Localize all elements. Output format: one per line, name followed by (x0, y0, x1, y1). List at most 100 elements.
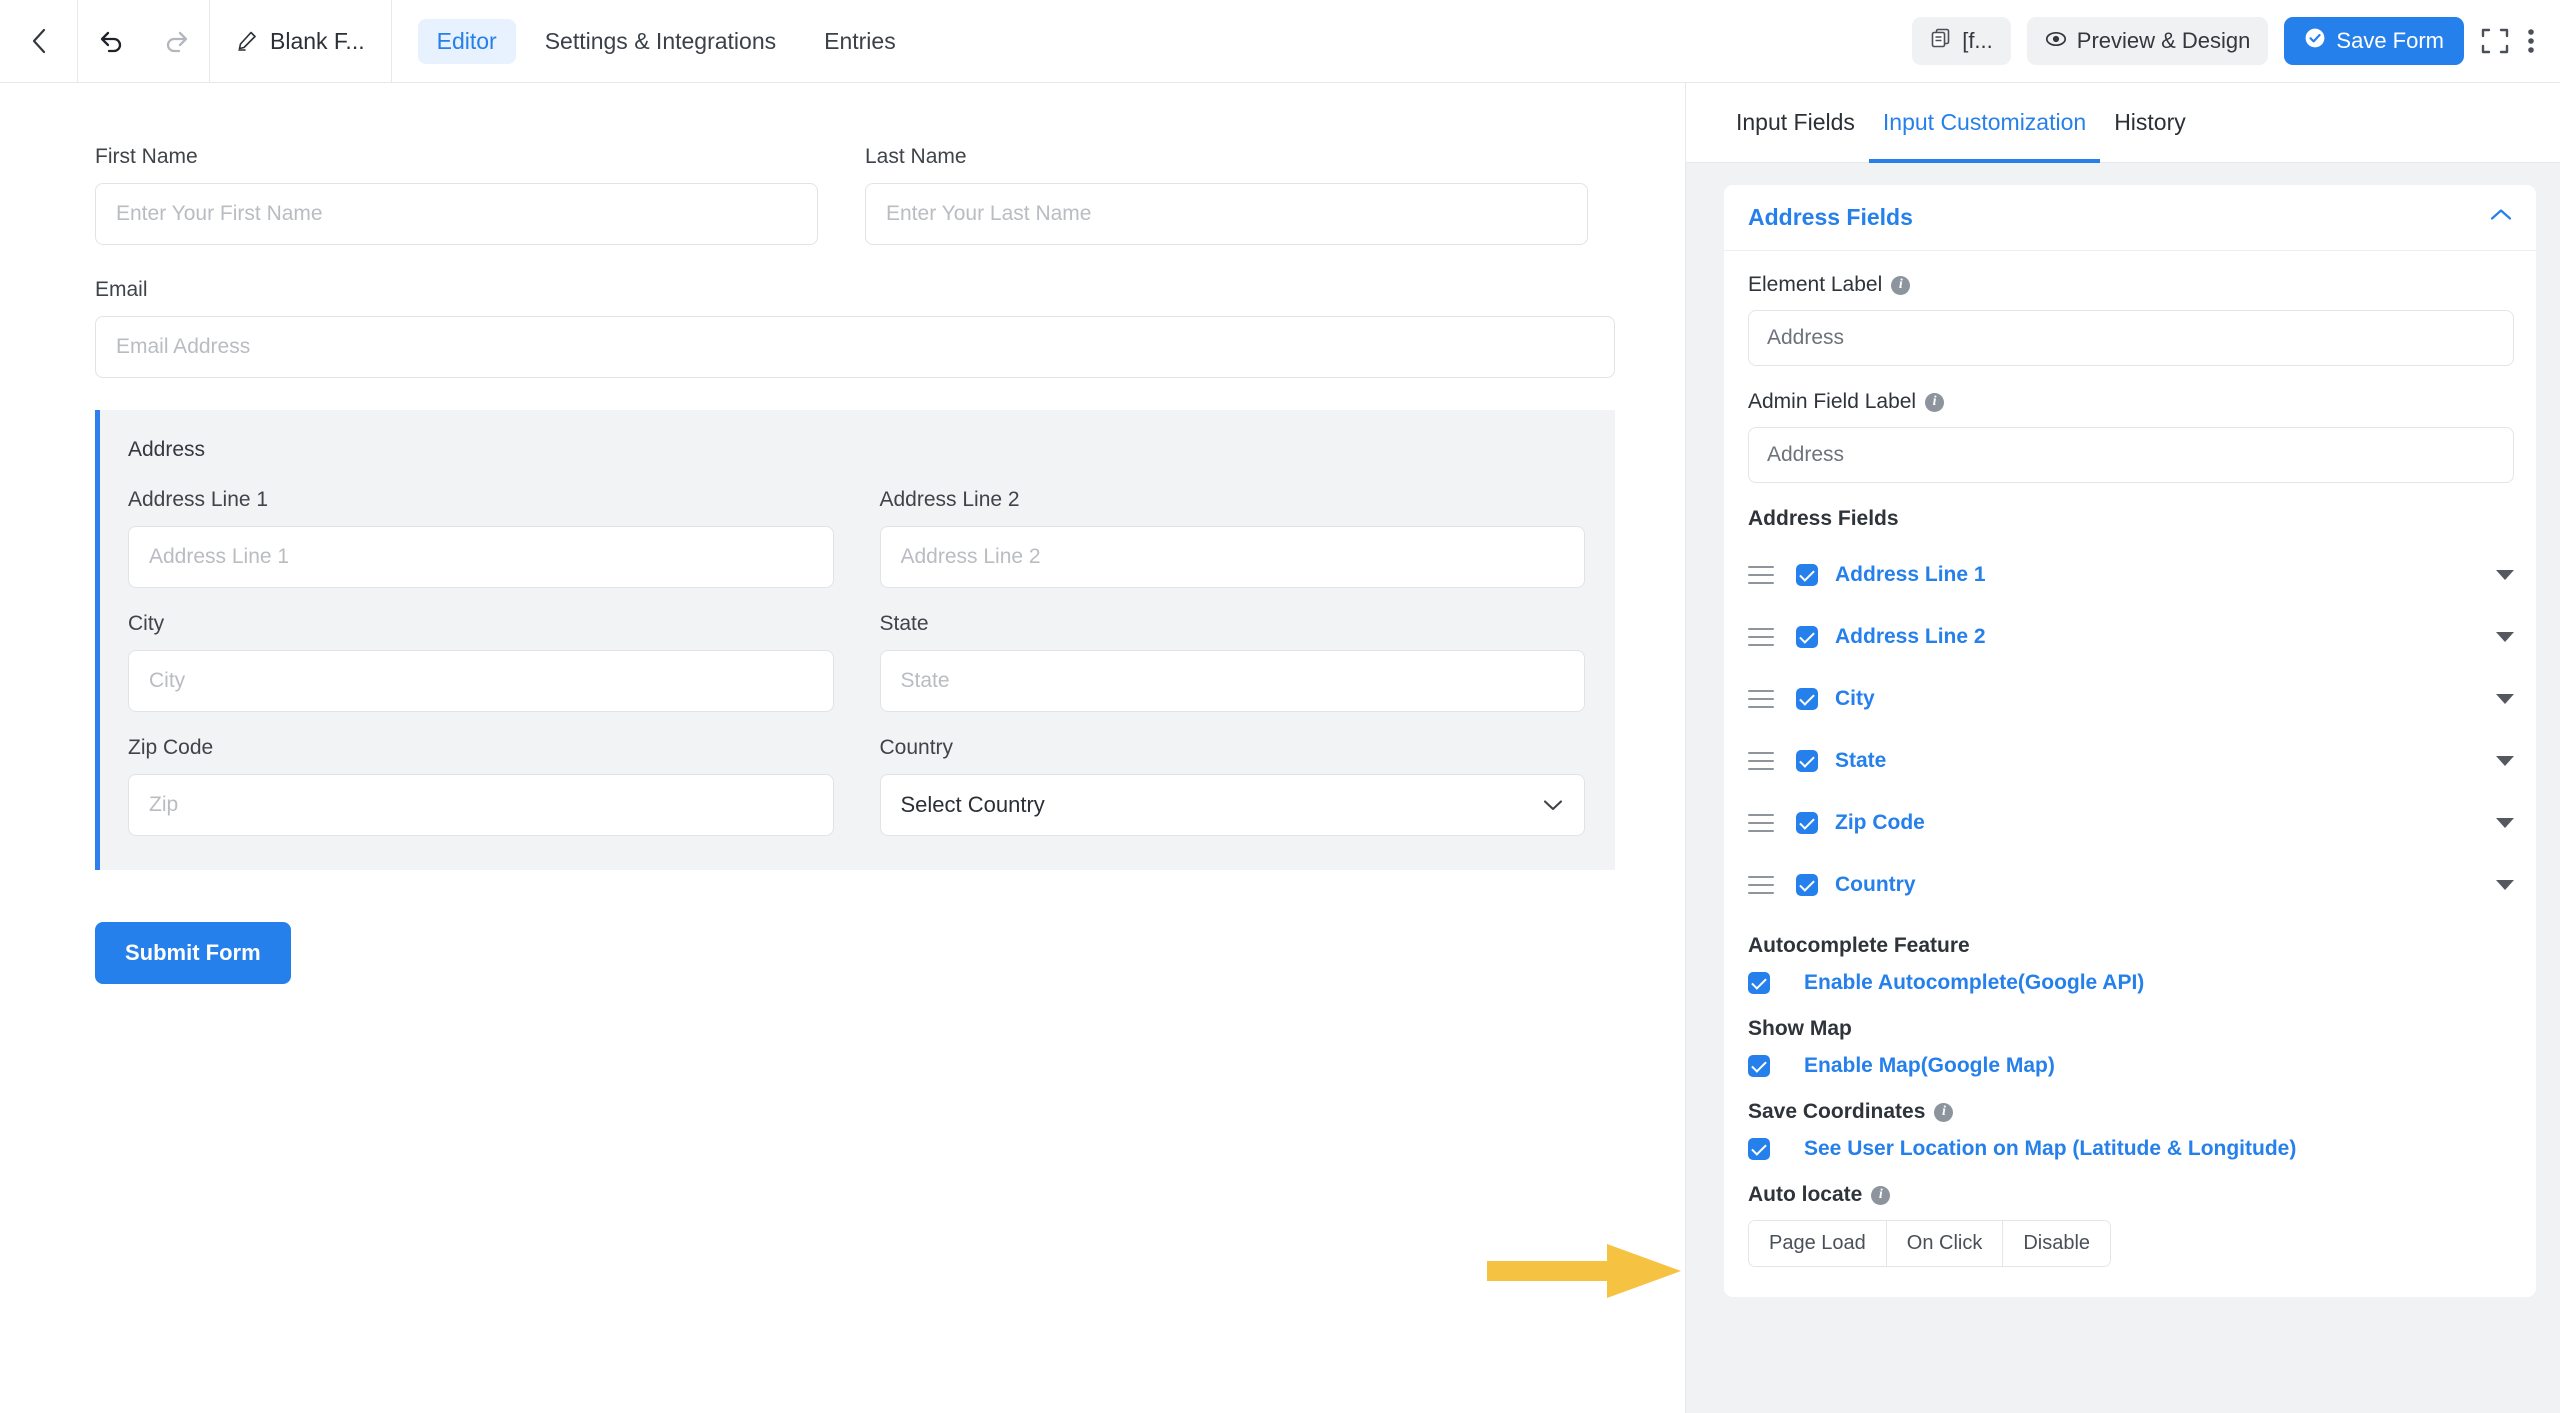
address-fields-card: Address Fields Element Label i Admin Fie… (1724, 185, 2536, 1297)
tab-history[interactable]: History (2100, 83, 2200, 163)
address-line1-field: Address Line 1 (128, 488, 834, 588)
checkbox-enable-map[interactable] (1748, 1055, 1770, 1077)
zip-field: Zip Code (128, 736, 834, 836)
email-field: Email (95, 278, 1615, 378)
address-line2-input[interactable] (879, 526, 1585, 588)
enable-map-row[interactable]: Enable Map(Google Map) (1748, 1054, 2514, 1078)
checkbox-see-user-location[interactable] (1748, 1138, 1770, 1160)
element-label-input[interactable] (1748, 310, 2514, 366)
checkbox-country[interactable] (1796, 874, 1818, 896)
address-line1-input[interactable] (128, 526, 834, 588)
auto-locate-option-disable[interactable]: Disable (2003, 1221, 2111, 1266)
preview-design-button[interactable]: Preview & Design (2026, 17, 2269, 65)
pencil-edit-icon[interactable] (236, 30, 258, 52)
country-select-value: Select Country (900, 792, 1045, 817)
enable-map-label: Enable Map(Google Map) (1804, 1054, 2055, 1077)
last-name-label: Last Name (865, 145, 967, 168)
drag-handle-icon[interactable] (1748, 690, 1774, 708)
auto-locate-option-page-load[interactable]: Page Load (1749, 1221, 1887, 1266)
checkbox-address-line-2[interactable] (1796, 626, 1818, 648)
list-item-label: Zip Code (1835, 811, 1925, 834)
address-group-block[interactable]: Address Address Line 1 Address Line 2 Ci… (95, 410, 1615, 870)
list-item-label: State (1835, 749, 1887, 772)
tab-input-customization[interactable]: Input Customization (1868, 83, 2101, 163)
see-user-location-row[interactable]: See User Location on Map (Latitude & Lon… (1748, 1137, 2514, 1161)
country-select[interactable]: Select Country (879, 774, 1585, 836)
list-item[interactable]: Zip Code (1748, 792, 2514, 854)
panel-body: Address Fields Element Label i Admin Fie… (1686, 163, 2560, 1413)
save-form-button[interactable]: Save Form (2284, 17, 2464, 65)
address-fields-card-body: Element Label i Admin Field Label i Addr… (1724, 251, 2536, 1297)
address-line2-label: Address Line 2 (879, 488, 1020, 511)
checkbox-state[interactable] (1796, 750, 1818, 772)
city-state-row: City State (128, 612, 1585, 712)
email-label: Email (95, 278, 148, 301)
auto-locate-option-on-click[interactable]: On Click (1886, 1221, 2004, 1266)
caret-down-icon[interactable] (2496, 570, 2514, 580)
save-form-label: Save Form (2336, 28, 2444, 53)
list-item-label: Country (1835, 873, 1916, 896)
show-map-heading: Show Map (1748, 1017, 2514, 1041)
address-fields-list-heading-text: Address Fields (1748, 507, 1899, 530)
chevron-up-icon[interactable] (2488, 207, 2514, 228)
caret-down-icon[interactable] (2496, 880, 2514, 890)
caret-down-icon[interactable] (2496, 694, 2514, 704)
preview-design-label: Preview & Design (2076, 28, 2251, 53)
email-input[interactable] (95, 316, 1615, 378)
address-fields-list: Address Line 1 Address Line 2 City State… (1748, 544, 2514, 916)
checkbox-city[interactable] (1796, 688, 1818, 710)
list-item-label: Address Line 1 (1835, 563, 1986, 586)
auto-locate-heading-text: Auto locate (1748, 1183, 1863, 1206)
enable-autocomplete-row[interactable]: Enable Autocomplete(Google API) (1748, 971, 2514, 995)
drag-handle-icon[interactable] (1748, 876, 1774, 894)
zip-country-row: Zip Code Country Select Country (128, 736, 1585, 836)
info-icon[interactable]: i (1934, 1102, 1954, 1122)
drag-handle-icon[interactable] (1748, 752, 1774, 770)
last-name-input[interactable] (865, 183, 1588, 245)
address-line-row: Address Line 1 Address Line 2 (128, 488, 1585, 588)
back-button[interactable] (0, 0, 78, 83)
state-input[interactable] (879, 650, 1585, 712)
nav-tab-entries[interactable]: Entries (805, 19, 915, 64)
tab-input-fields[interactable]: Input Fields (1722, 83, 1869, 163)
fullscreen-expand-icon[interactable] (2480, 26, 2510, 56)
redo-arrow-icon[interactable] (163, 28, 191, 54)
drag-handle-icon[interactable] (1748, 566, 1774, 584)
list-item[interactable]: Address Line 2 (1748, 606, 2514, 668)
list-item[interactable]: Address Line 1 (1748, 544, 2514, 606)
list-item[interactable]: Country (1748, 854, 2514, 916)
address-fields-card-header[interactable]: Address Fields (1724, 185, 2536, 251)
checkbox-zip-code[interactable] (1796, 812, 1818, 834)
undo-redo-group (78, 0, 210, 83)
drag-handle-icon[interactable] (1748, 628, 1774, 646)
copy-icon (1930, 27, 1952, 55)
settings-panel: Input Fields Input Customization History… (1685, 83, 2560, 1413)
checkbox-enable-autocomplete[interactable] (1748, 972, 1770, 994)
city-input[interactable] (128, 650, 834, 712)
list-item[interactable]: State (1748, 730, 2514, 792)
chevron-left-icon[interactable] (29, 25, 49, 57)
auto-locate-segmented-control: Page Load On Click Disable (1748, 1220, 2112, 1267)
undo-arrow-icon[interactable] (97, 28, 125, 54)
more-vertical-icon[interactable] (2526, 26, 2536, 56)
element-label-heading: Element Label i (1748, 273, 2514, 297)
autocomplete-heading-text: Autocomplete Feature (1748, 934, 1970, 957)
info-icon[interactable]: i (1871, 1185, 1891, 1205)
list-item[interactable]: City (1748, 668, 2514, 730)
checkbox-address-line-1[interactable] (1796, 564, 1818, 586)
info-icon[interactable]: i (1925, 392, 1945, 412)
first-name-input[interactable] (95, 183, 818, 245)
info-icon[interactable]: i (1891, 275, 1911, 295)
zip-input[interactable] (128, 774, 834, 836)
admin-field-label-input[interactable] (1748, 427, 2514, 483)
caret-down-icon[interactable] (2496, 756, 2514, 766)
shortcode-button[interactable]: [f... (1912, 17, 2011, 65)
form-title-group[interactable]: Blank F... (210, 0, 392, 83)
submit-form-button[interactable]: Submit Form (95, 922, 291, 984)
caret-down-icon[interactable] (2496, 818, 2514, 828)
drag-handle-icon[interactable] (1748, 814, 1774, 832)
admin-field-label-text: Admin Field Label (1748, 390, 1917, 413)
nav-tab-editor[interactable]: Editor (417, 18, 516, 64)
nav-tab-settings-integrations[interactable]: Settings & Integrations (526, 19, 795, 64)
caret-down-icon[interactable] (2496, 632, 2514, 642)
